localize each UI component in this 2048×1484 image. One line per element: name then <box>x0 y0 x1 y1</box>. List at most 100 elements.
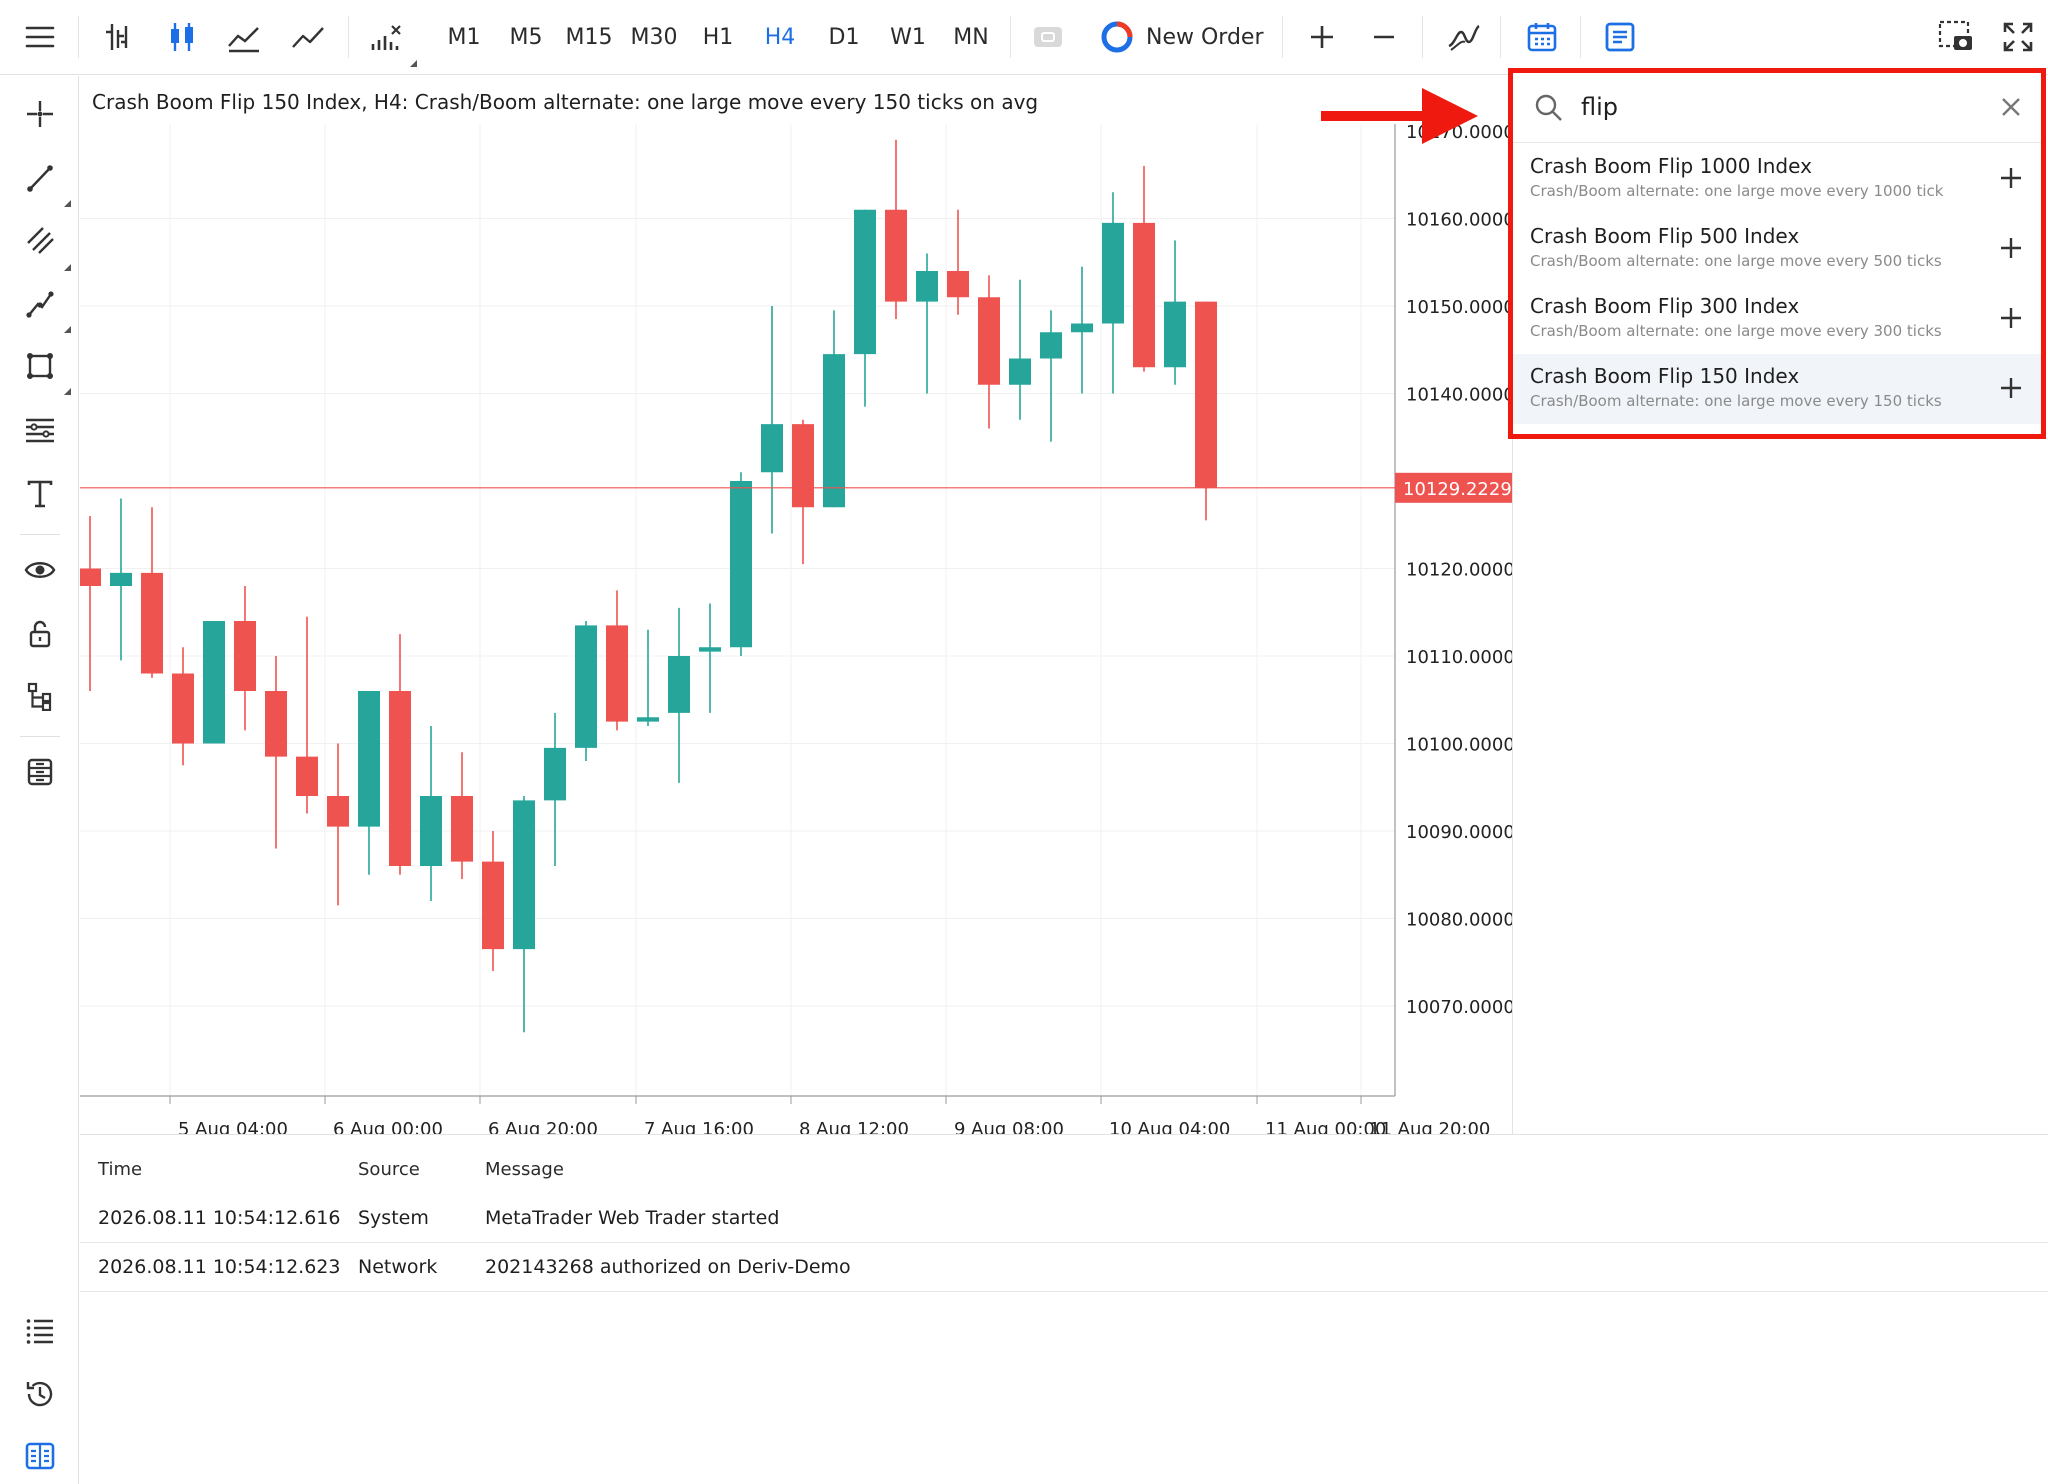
sidebar-divider <box>20 736 60 737</box>
templates-icon[interactable] <box>20 752 60 792</box>
timeframe-m30[interactable]: M30 <box>628 20 680 56</box>
bearish-candle <box>389 691 411 866</box>
journal-row[interactable]: 2026.08.11 10:54:12.616 System MetaTrade… <box>80 1195 2048 1243</box>
add-symbol-icon[interactable] <box>1993 300 2029 336</box>
bullish-candle <box>1164 301 1186 368</box>
trade-list-icon[interactable] <box>20 1310 60 1350</box>
indicators-icon[interactable] <box>364 12 408 62</box>
timeframe-d1[interactable]: D1 <box>822 20 866 56</box>
submenu-marker <box>410 60 417 67</box>
result-description: Crash/Boom alternate: one large move eve… <box>1530 392 1942 410</box>
y-tick-label: 10080.0000 <box>1406 910 1512 931</box>
timeframe-m15[interactable]: M15 <box>564 20 614 56</box>
channel-icon[interactable] <box>20 220 60 260</box>
bearish-candle <box>978 297 1000 385</box>
trendline-icon[interactable] <box>20 158 60 198</box>
bullish-candle <box>916 271 938 302</box>
bullish-candle <box>1040 332 1062 359</box>
result-symbol-name: Crash Boom Flip 300 Index <box>1530 294 1800 318</box>
timeframe-m5[interactable]: M5 <box>504 20 548 56</box>
bullish-candle <box>1009 358 1031 385</box>
bearish-candle <box>141 572 163 674</box>
toolbar-divider <box>1580 16 1581 58</box>
calendar-icon[interactable] <box>1520 12 1564 62</box>
search-result-item[interactable]: Crash Boom Flip 300 Index Crash/Boom alt… <box>1513 284 2041 354</box>
zoom-in-icon[interactable] <box>1302 12 1342 62</box>
new-order-button[interactable]: New Order <box>1100 16 1264 58</box>
search-result-item[interactable]: Crash Boom Flip 150 Index Crash/Boom alt… <box>1513 354 2041 424</box>
result-description: Crash/Boom alternate: one large move eve… <box>1530 182 1944 200</box>
area-chart-icon[interactable] <box>222 12 266 62</box>
toolbar-divider <box>1282 16 1283 58</box>
clear-search-icon[interactable] <box>1995 91 2027 123</box>
search-bar <box>1513 73 2041 143</box>
column-header-source: Source <box>358 1159 420 1180</box>
y-tick-label: 10090.0000 <box>1406 822 1512 843</box>
row-time: 2026.08.11 10:54:12.623 <box>98 1256 341 1278</box>
submenu-marker <box>64 264 71 271</box>
text-tool-icon[interactable] <box>20 474 60 514</box>
submenu-marker <box>64 200 71 207</box>
search-result-item[interactable]: Crash Boom Flip 500 Index Crash/Boom alt… <box>1513 214 2041 284</box>
add-symbol-icon[interactable] <box>1993 230 2029 266</box>
y-tick-label: 10100.0000 <box>1406 735 1512 756</box>
row-source: System <box>358 1207 429 1229</box>
x-tick-label: 9 Aug 08:00 <box>954 1119 1064 1134</box>
x-tick-label: 7 Aug 16:00 <box>644 1119 754 1134</box>
shapes-icon[interactable] <box>20 346 60 386</box>
chart-canvas[interactable]: 10160.0000 10150.0000 10140.0000 10120.0000… <box>80 76 1512 1134</box>
timeframe-m1[interactable]: M1 <box>442 20 486 56</box>
candlestick-icon[interactable] <box>160 12 204 62</box>
bearish-candle <box>234 621 256 691</box>
bearish-candle <box>482 861 504 950</box>
journal-icon[interactable] <box>20 1436 60 1476</box>
toolbar-divider <box>78 16 79 58</box>
toolbar-divider <box>348 16 349 58</box>
x-tick-label: 6 Aug 20:00 <box>488 1119 598 1134</box>
add-symbol-icon[interactable] <box>1993 160 2029 196</box>
history-icon[interactable] <box>20 1374 60 1414</box>
timeframe-h1[interactable]: H1 <box>696 20 740 56</box>
symbol-search-input[interactable] <box>1581 87 1961 127</box>
bullish-candle <box>358 691 380 827</box>
fibonacci-icon[interactable] <box>20 410 60 450</box>
x-tick-label: 11 Aug 20:00 <box>1369 1119 1490 1134</box>
search-result-item[interactable]: Crash Boom Flip 1000 Index Crash/Boom al… <box>1513 144 2041 214</box>
result-symbol-name: Crash Boom Flip 500 Index <box>1530 224 1800 248</box>
one-click-trading-icon[interactable] <box>1028 12 1068 62</box>
symbol-list-icon[interactable] <box>1598 12 1642 62</box>
add-symbol-icon[interactable] <box>1993 370 2029 406</box>
bullish-candle <box>575 625 597 748</box>
journal-row[interactable]: 2026.08.11 10:54:12.623 Network 20214326… <box>80 1244 2048 1292</box>
symbol-search-dropdown: Crash Boom Flip 1000 Index Crash/Boom al… <box>1508 68 2046 439</box>
column-header-time: Time <box>98 1159 143 1180</box>
zoom-out-icon[interactable] <box>1364 12 1404 62</box>
timeframe-h4[interactable]: H4 <box>758 20 802 56</box>
timeframe-w1[interactable]: W1 <box>886 20 930 56</box>
submenu-marker <box>64 326 71 333</box>
x-tick-label: 6 Aug 00:00 <box>333 1119 443 1134</box>
screenshot-icon[interactable] <box>1934 12 1978 62</box>
bullish-candle <box>699 647 721 652</box>
row-message: MetaTrader Web Trader started <box>485 1207 780 1229</box>
polyline-icon[interactable] <box>20 284 60 324</box>
visibility-eye-icon[interactable] <box>20 550 60 590</box>
bullish-candle <box>203 621 225 744</box>
indicator-list-icon[interactable] <box>1442 12 1486 62</box>
bar-chart-icon[interactable] <box>96 12 140 62</box>
journal-panel: Time Source Message 2026.08.11 10:54:12.… <box>80 1134 2048 1484</box>
toolbar-divider <box>1500 16 1501 58</box>
bearish-candle <box>885 209 907 302</box>
top-toolbar: M1 M5 M15 M30 H1 H4 D1 W1 MN New Order <box>0 0 2048 75</box>
menu-icon[interactable] <box>20 12 60 62</box>
bullish-candle <box>1071 323 1093 333</box>
price-chart[interactable]: 10160.0000 10150.0000 10140.0000 10120.0000… <box>80 76 1512 1134</box>
crosshair-icon[interactable] <box>20 94 60 134</box>
timeframe-mn[interactable]: MN <box>948 20 994 56</box>
bullish-candle <box>761 424 783 473</box>
toolbar-divider <box>1010 16 1011 58</box>
unlock-icon[interactable] <box>20 614 60 654</box>
line-chart-icon[interactable] <box>286 12 330 62</box>
fullscreen-icon[interactable] <box>1996 12 2040 62</box>
object-tree-icon[interactable] <box>20 676 60 716</box>
